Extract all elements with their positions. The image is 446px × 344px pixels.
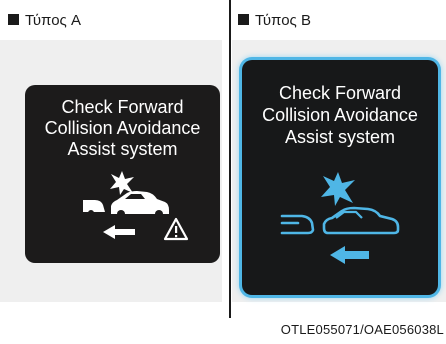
collision-star-icon	[321, 172, 355, 206]
panel-type-b-header: Τύπος B	[232, 0, 446, 40]
message-line-3: Assist system	[284, 127, 395, 147]
panel-type-a: Τύπος A Check Forward Collision Avoidanc…	[0, 0, 222, 302]
panel-type-a-header: Τύπος A	[0, 0, 222, 40]
bullet-square-icon	[8, 13, 19, 25]
warning-triangle-icon	[163, 217, 189, 241]
panel-type-b-label: Τύπος B	[255, 11, 311, 29]
panel-type-b: Τύπος B Check Forward Collision Avoidanc…	[232, 0, 446, 302]
message-line-2: Collision Avoidance	[262, 105, 418, 125]
panel-type-b-body: Check Forward Collision Avoidance Assist…	[232, 40, 446, 302]
bullet-square-icon	[238, 13, 249, 25]
message-line-1: Check Forward	[61, 97, 184, 117]
arrow-left-icon	[330, 246, 369, 264]
car-collision-icon	[83, 191, 169, 218]
figure-code: OTLE055071/OAE056038L	[280, 322, 444, 337]
panel-type-a-body: Check Forward Collision Avoidance Assist…	[0, 40, 222, 302]
cluster-display-type-b: Check Forward Collision Avoidance Assist…	[242, 60, 438, 295]
car-collision-icon	[280, 206, 400, 235]
panel-type-a-label: Τύπος A	[25, 11, 81, 29]
panel-divider	[229, 0, 231, 318]
warning-message-type-a: Check Forward Collision Avoidance Assist…	[25, 97, 220, 160]
cluster-display-type-a: Check Forward Collision Avoidance Assist…	[25, 85, 220, 263]
warning-message-type-b: Check Forward Collision Avoidance Assist…	[242, 82, 438, 148]
arrow-left-icon	[103, 225, 135, 239]
message-line-3: Assist system	[67, 139, 178, 159]
message-line-2: Collision Avoidance	[44, 118, 201, 138]
message-line-1: Check Forward	[278, 83, 402, 103]
